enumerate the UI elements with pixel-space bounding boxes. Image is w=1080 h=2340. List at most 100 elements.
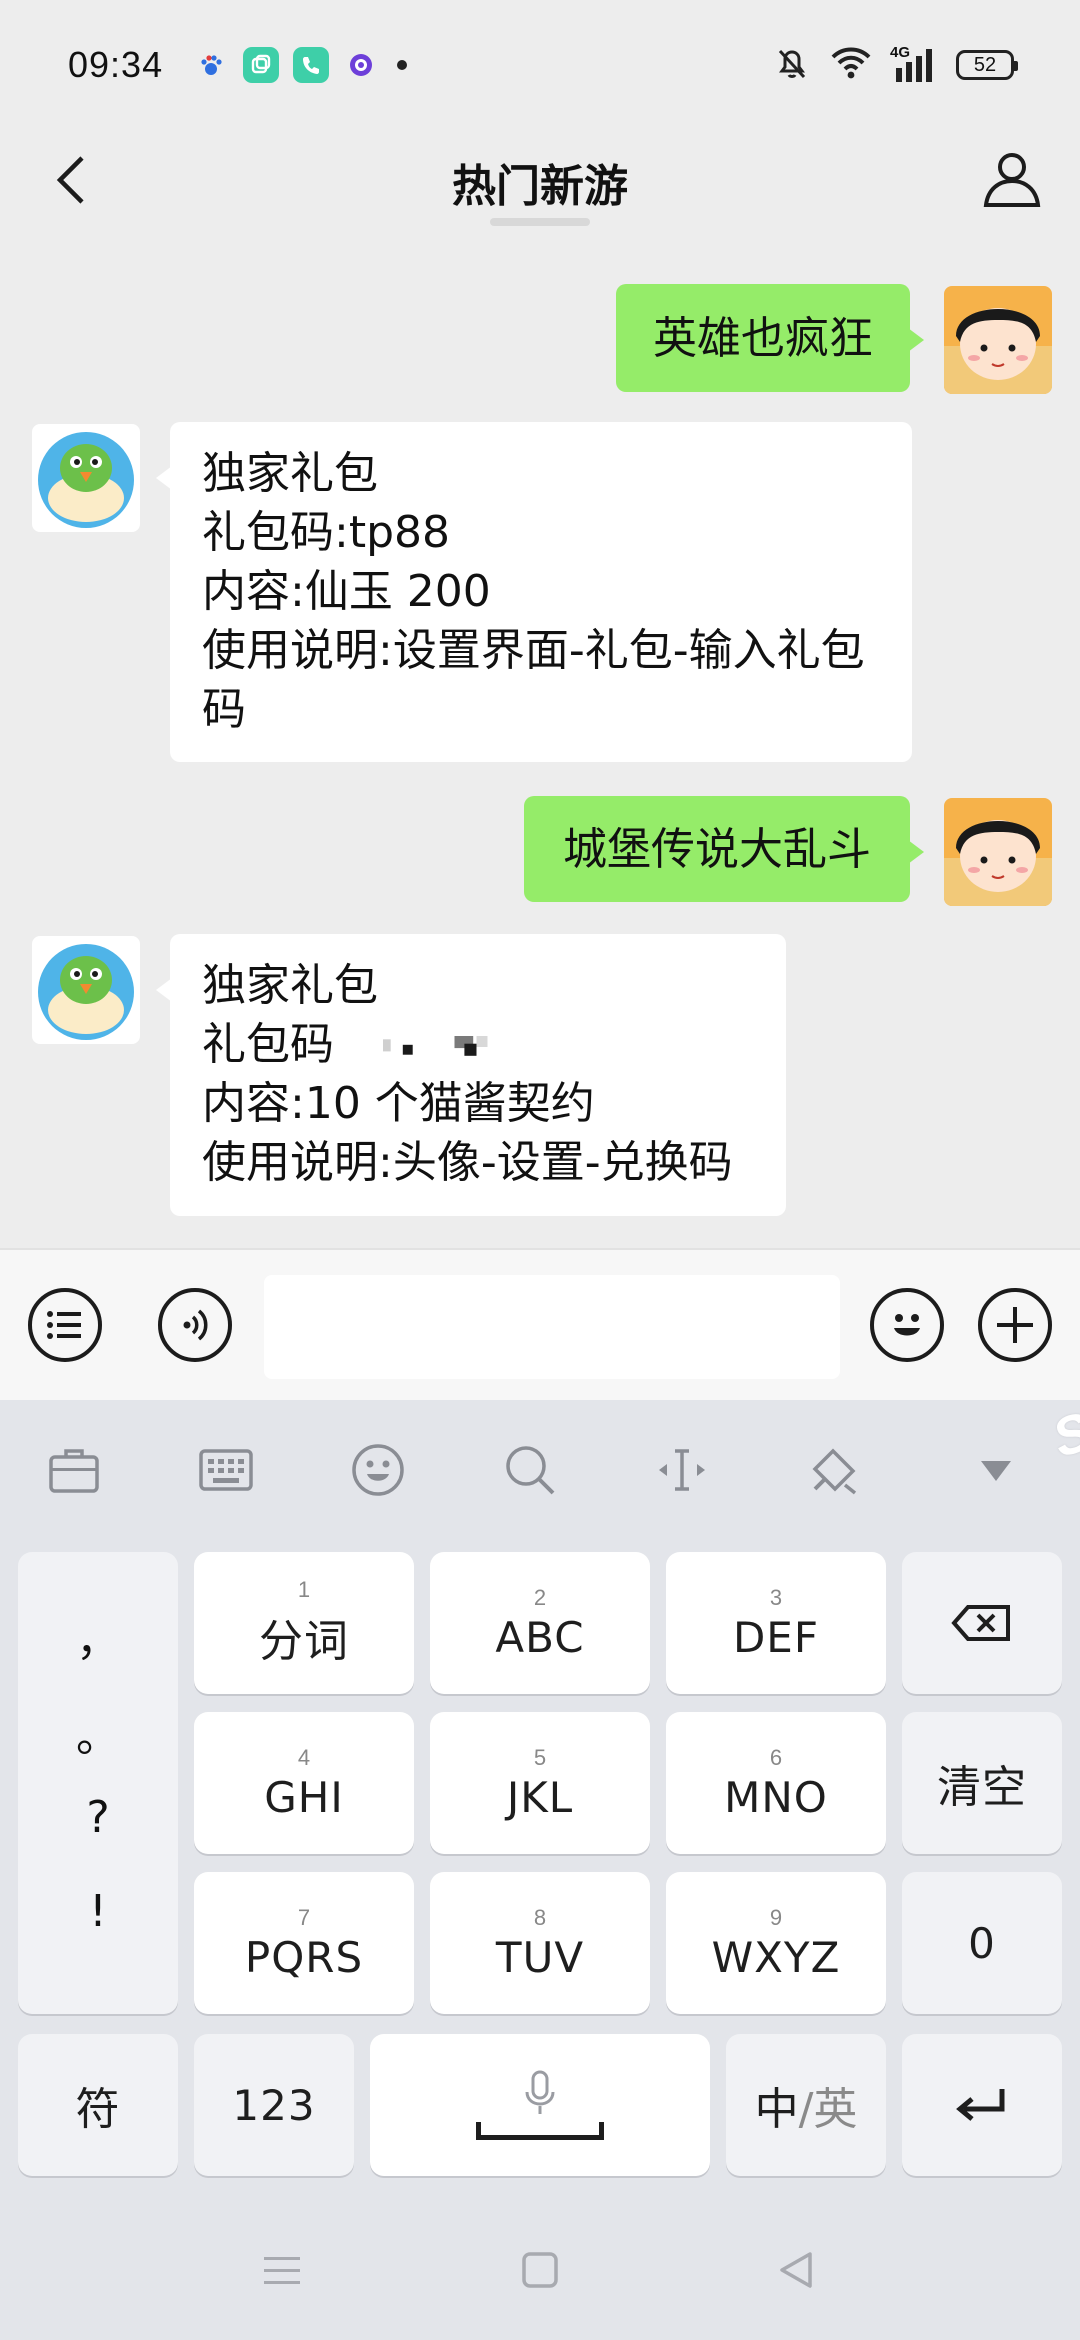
emoji-button[interactable] [870,1288,944,1362]
message-line: 内容:10 个猫酱契约 [202,1078,595,1129]
bot-avatar[interactable] [32,936,140,1044]
cartoon-girl-avatar-icon [944,798,1052,906]
message-line: 使用说明:头像-设置-兑换码 [202,1137,733,1188]
key-5-jkl[interactable]: 5 JKL [430,1712,650,1854]
menu-lines-icon [264,2257,300,2284]
square-home-icon [522,2252,558,2288]
hide-keyboard-button[interactable] [964,1438,1028,1502]
punct-key[interactable]: ? [18,1792,178,1843]
list-menu-icon [47,1311,81,1339]
system-back-button[interactable] [766,2244,826,2296]
punct-key[interactable]: ! [18,1886,178,1937]
sogou-logo-icon: S [1045,1400,1080,1470]
ime-keyboard: S ， 。 ? ! 1 分词 2 ABC 3 DEF 4 GHI 5 JKL 6… [0,1400,1080,2340]
person-icon [983,153,1041,207]
lang-en: 英 [813,2084,858,2135]
multitask-app-icon [243,47,280,83]
bot-message-bubble[interactable]: 独家礼包 礼包码:tp88 内容:仙玉 200 使用说明:设置界面-礼包-输入礼… [156,422,912,762]
message-text: 城堡传说大乱斗 [563,823,871,875]
key-6-mno[interactable]: 6 MNO [666,1712,886,1854]
message-line: 礼包码 [202,1015,752,1074]
punctuation-column: ， 。 ? ! [18,1552,178,2014]
punct-key[interactable]: ， [18,1604,178,1668]
briefcase-icon [49,1449,99,1493]
key-4-ghi[interactable]: 4 GHI [194,1712,414,1854]
triangle-down-icon [981,1461,1011,1481]
voice-wave-icon [183,1309,208,1341]
space-key[interactable] [370,2034,710,2176]
backspace-icon [951,1605,1010,1641]
symbol-key[interactable]: 符 [18,2034,178,2176]
smiley-icon [894,1314,920,1336]
paint-brush-icon [812,1448,857,1495]
cursor-move-button[interactable] [650,1438,714,1502]
my-message-bubble[interactable]: 英雄也疯狂 [616,284,924,392]
lang-separator: / [798,2084,814,2135]
notification-icons [193,47,408,83]
emoji-panel-button[interactable] [346,1438,410,1502]
key-7-pqrs[interactable]: 7 PQRS [194,1872,414,2014]
microphone-icon [525,2070,555,2114]
toolbox-button[interactable] [42,1438,106,1502]
status-time: 09:34 [68,44,164,85]
smiley-icon [352,1444,404,1496]
message-input[interactable] [264,1275,840,1379]
timestamp-divider [490,218,590,226]
enter-arrow-icon [956,2089,1005,2121]
assistant-app-icon [343,47,379,83]
delete-key[interactable] [902,1552,1062,1694]
clear-key[interactable]: 清空 [902,1712,1062,1854]
key-8-tuv[interactable]: 8 TUV [430,1872,650,2014]
cellular-signal-icon: 4G [890,44,938,84]
skin-button[interactable] [802,1438,866,1502]
status-bar: 09:34 4G 52 [0,0,1080,130]
keyboard-toolbar: S [0,1400,1080,1540]
bot-avatar[interactable] [32,424,140,532]
message-line: 独家礼包 [202,960,378,1011]
recent-apps-button[interactable] [252,2244,312,2296]
key-9-wxyz[interactable]: 9 WXYZ [666,1872,886,2014]
message-line: 独家礼包 [202,448,378,499]
baidu-paw-icon [193,47,229,83]
search-icon [506,1446,555,1495]
voice-input-button[interactable] [158,1288,232,1362]
key-3-def[interactable]: 3 DEF [666,1552,886,1694]
parrot-avatar-icon [32,936,140,1044]
parrot-avatar-icon [32,424,140,532]
message-line: 码 [202,684,246,735]
home-button[interactable] [510,2244,570,2296]
mute-icon [772,43,812,87]
message-input-bar [0,1248,1080,1400]
lang-zh: 中 [754,2084,799,2135]
space-bar-icon [476,2122,604,2140]
language-switch-key[interactable]: 中/英 [726,2034,886,2176]
system-navigation-bar [0,2200,1080,2340]
chat-header: 热门新游 [0,130,1080,230]
cursor-move-icon [659,1449,705,1491]
keyboard-layout-button[interactable] [194,1438,258,1502]
more-functions-button[interactable] [978,1288,1052,1362]
battery-indicator: 52 [956,50,1018,80]
enter-key[interactable] [902,2034,1062,2176]
my-avatar[interactable] [944,798,1052,906]
search-button[interactable] [498,1438,562,1502]
more-notifications-dot [397,60,408,70]
my-message-bubble[interactable]: 城堡传说大乱斗 [524,796,924,902]
key-0[interactable]: 0 [902,1872,1062,2014]
numeric-key[interactable]: 123 [194,2034,354,2176]
keyboard-icon [199,1449,253,1491]
my-avatar[interactable] [944,286,1052,394]
message-line: 使用说明:设置界面-礼包-输入礼包 [202,625,865,676]
message-text: 英雄也疯狂 [653,312,873,364]
message-line: 内容:仙玉 200 [202,566,491,617]
key-1-segment[interactable]: 1 分词 [194,1552,414,1694]
triangle-back-icon [780,2252,812,2288]
page-title: 热门新游 [452,161,628,212]
chat-info-button[interactable] [968,134,1056,222]
bot-message-bubble[interactable]: 独家礼包 礼包码 内容:10 个猫酱契约 使用说明:头像-设置-兑换码 [156,934,786,1216]
menu-toggle-button[interactable] [28,1288,102,1362]
phone-app-icon [293,47,330,83]
punct-key[interactable]: 。 [18,1700,178,1764]
key-2-abc[interactable]: 2 ABC [430,1552,650,1694]
cartoon-girl-avatar-icon [944,286,1052,394]
